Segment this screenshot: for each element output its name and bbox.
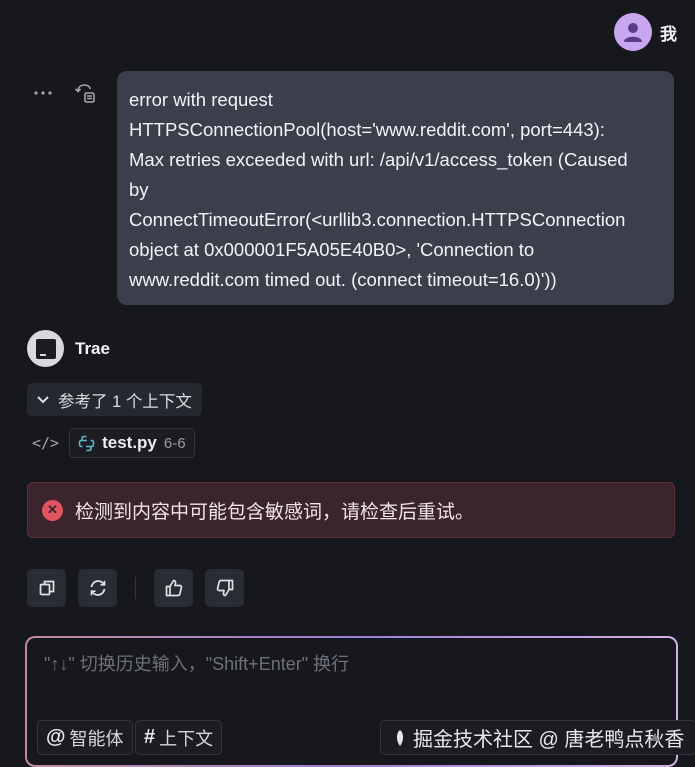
thumbs-up-icon [165, 579, 182, 597]
message-line: HTTPSConnectionPool(host='www.reddit.com… [129, 119, 605, 140]
user-header: 我 [614, 13, 677, 51]
chat-input-container: @ 智能体 # 上下文 掘金技术社区 @ 唐老鸭点秋香 ▲ [25, 636, 695, 767]
message-line: by [129, 179, 149, 200]
person-icon [624, 23, 642, 42]
agent-button[interactable]: @ 智能体 [37, 720, 133, 755]
message-line: Max retries exceeded with url: /api/v1/a… [129, 149, 628, 170]
message-actions [34, 82, 96, 104]
chevron-down-icon [37, 395, 49, 403]
message-line: error with request [129, 89, 273, 110]
copy-button[interactable] [27, 569, 66, 607]
file-chip[interactable]: test.py 6-6 [69, 428, 195, 458]
chat-input-inner: @ 智能体 # 上下文 掘金技术社区 @ 唐老鸭点秋香 ▲ [27, 638, 695, 765]
send-icon[interactable]: ▲ [648, 728, 662, 744]
copy-icon [39, 580, 54, 596]
user-avatar [614, 13, 652, 51]
watermark-text: 掘金技术社区 @ 唐老鸭点秋香 [413, 729, 685, 751]
message-line: object at 0x000001F5A05E40B0>, 'Connecti… [129, 239, 535, 260]
context-reference-label: 参考了 1 个上下文 [58, 392, 192, 411]
message-line: www.reddit.com timed out. (connect timeo… [129, 269, 557, 290]
regenerate-button[interactable] [78, 569, 117, 607]
context-label: 上下文 [159, 728, 214, 749]
error-icon: ✕ [42, 499, 63, 521]
rerun-icon[interactable] [74, 82, 96, 104]
at-icon: @ [46, 726, 66, 748]
error-text: 检测到内容中可能包含敏感词，请检查后重试。 [75, 501, 475, 523]
file-name: test.py [102, 433, 157, 452]
user-message-bubble: error with request HTTPSConnectionPool(h… [117, 71, 674, 305]
assistant-avatar [27, 330, 64, 367]
agent-label: 智能体 [69, 728, 124, 749]
model-icon [397, 729, 403, 746]
context-reference-toggle[interactable]: 参考了 1 个上下文 [27, 383, 202, 416]
assistant-name: Trae [75, 338, 110, 358]
python-icon [78, 435, 95, 451]
hash-icon: # [144, 726, 156, 748]
context-button[interactable]: # 上下文 [135, 720, 223, 755]
more-horizontal-icon[interactable] [34, 90, 52, 96]
divider [135, 577, 136, 599]
thumbs-down-icon [216, 579, 233, 597]
chat-input[interactable] [44, 654, 644, 675]
assistant-header: Trae [27, 330, 110, 367]
like-button[interactable] [154, 569, 193, 607]
code-icon: </> [32, 434, 60, 452]
trae-logo-icon [35, 338, 56, 359]
file-line-range: 6-6 [163, 434, 186, 452]
user-name: 我 [660, 24, 677, 44]
refresh-icon [90, 580, 105, 596]
file-reference-row: </> test.py 6-6 [32, 428, 195, 458]
error-message: ✕ 检测到内容中可能包含敏感词，请检查后重试。 [27, 482, 675, 538]
message-line: ConnectTimeoutError(<urllib3.connection.… [129, 209, 626, 230]
dislike-button[interactable] [205, 569, 244, 607]
